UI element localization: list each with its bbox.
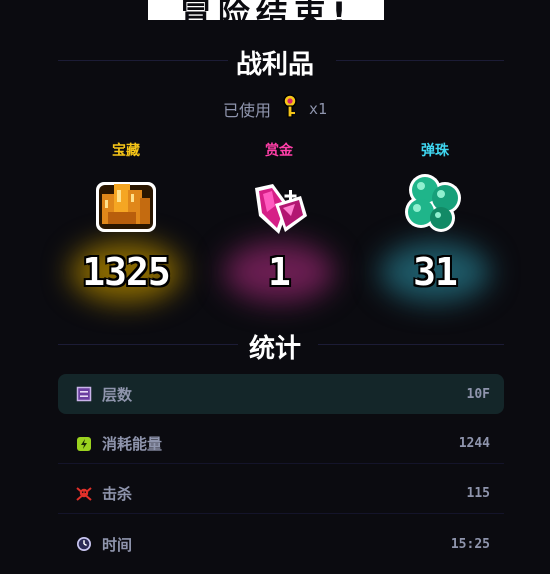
stat-value: 115 [466, 486, 490, 501]
used-label: 已使用 [222, 101, 271, 120]
reward-bounty: 赏金 1 [219, 140, 339, 302]
stat-row-time: 时间 15:25 [58, 524, 504, 564]
stat-row-energy: 消耗能量 1244 [58, 424, 504, 464]
stat-value: 1244 [458, 436, 490, 451]
bounty-gem-icon [239, 160, 319, 240]
banner-title: 冒险结束! [179, 0, 353, 20]
used-item-row: 已使用 x1 [0, 94, 550, 124]
stat-row-kills: 击杀 115 [58, 474, 504, 514]
reward-treasure: 宝藏 1325 [66, 140, 186, 302]
golden-key-amulet-icon [281, 94, 299, 124]
energy-icon [74, 434, 94, 454]
loot-title: 战利品 [235, 50, 314, 80]
used-qty: x1 [308, 100, 328, 118]
reward-value: 1 [219, 242, 339, 302]
treasure-gold-icon [86, 160, 166, 240]
clock-icon [74, 534, 94, 554]
reward-label: 宝藏 [112, 143, 140, 159]
stats-title: 统计 [248, 334, 301, 364]
stat-label: 层数 [102, 385, 133, 404]
skull-crossbones-icon [74, 484, 94, 504]
stat-value: 15:25 [450, 536, 490, 552]
reward-value: 1325 [66, 242, 186, 302]
stats-list: 层数 10F 消耗能量 1244 击杀 115 时间 15:25 [58, 374, 504, 574]
stat-row-floors: 层数 10F [58, 374, 504, 414]
stat-label: 击杀 [102, 485, 133, 503]
reward-value: 31 [375, 242, 495, 302]
stat-value: 10F [466, 386, 490, 402]
game-over-banner: 冒险结束! [148, 0, 384, 20]
reward-label: 赏金 [265, 143, 293, 159]
floor-layers-icon [74, 384, 94, 404]
reward-label: 弹珠 [421, 143, 449, 159]
reward-marbles: 弹珠 31 [375, 140, 495, 302]
stat-label: 消耗能量 [102, 435, 163, 453]
marbles-icon [395, 160, 475, 240]
stat-label: 时间 [102, 535, 133, 554]
